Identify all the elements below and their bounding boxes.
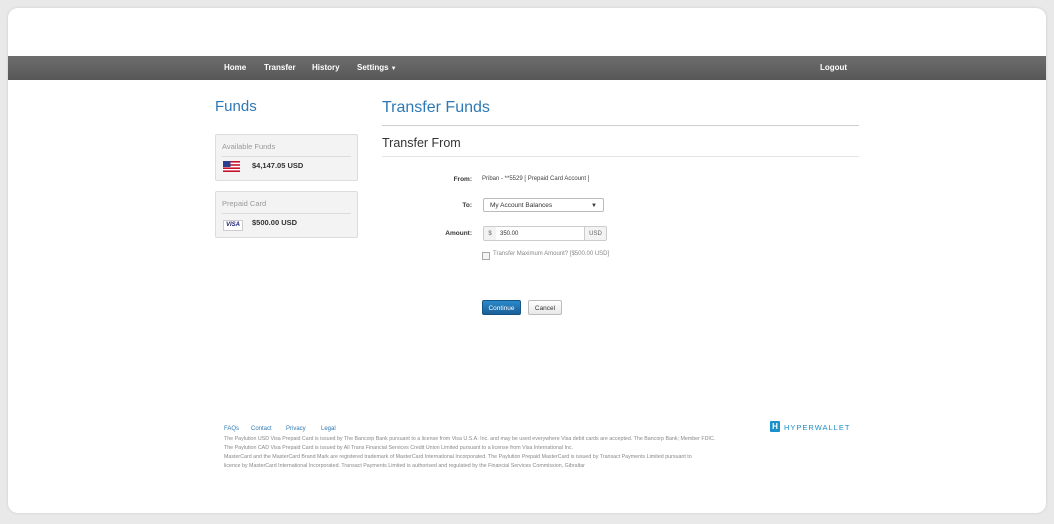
available-funds-label: Available Funds (222, 142, 276, 151)
caret-down-icon: ▼ (390, 66, 397, 72)
footer-link-legal[interactable]: Legal (321, 426, 336, 432)
continue-button[interactable]: Continue (482, 300, 521, 315)
transfer-max-checkbox[interactable] (482, 252, 490, 260)
visa-logo-icon: VISA (223, 220, 243, 231)
sidebar-title: Funds (215, 98, 257, 115)
footer-link-contact[interactable]: Contact (251, 426, 272, 432)
nav-settings-dropdown[interactable]: Settings ▼ (357, 56, 397, 80)
from-value: Priban - **5529 [ Prepaid Card Account ] (482, 176, 590, 182)
transfer-max-label[interactable]: Transfer Maximum Amount? [$500.00 USD] (493, 251, 609, 257)
browser-window: Home Transfer History Settings ▼ Logout F… (8, 8, 1046, 513)
divider (222, 213, 351, 214)
nav-settings-label: Settings (357, 63, 389, 72)
divider (222, 156, 351, 157)
hyperwallet-logo-icon: H (770, 421, 780, 432)
section-divider (382, 156, 859, 157)
prepaid-card-box: Prepaid Card VISA $500.00 USD (215, 191, 358, 238)
nav-home-link[interactable]: Home (224, 56, 246, 80)
to-account-value: My Account Balances (490, 202, 553, 209)
footer-disclaimer-line: The Paylution USD Visa Prepaid Card is i… (224, 436, 716, 442)
us-flag-icon (223, 161, 240, 172)
page-title: Transfer Funds (382, 99, 490, 116)
hyperwallet-logo-text: HYPERWALLET (784, 423, 851, 432)
prepaid-card-amount: $500.00 USD (252, 218, 298, 227)
footer-disclaimer-line: licence by MasterCard International Inco… (224, 463, 585, 469)
available-funds-amount: $4,147.05 USD (252, 161, 304, 170)
nav-history-link[interactable]: History (312, 56, 340, 80)
amount-input-group: $ 350.00 USD (483, 226, 607, 241)
currency-code-addon: USD (584, 226, 607, 241)
footer-disclaimer-line: The Paylution CAD Visa Prepaid Card is i… (224, 445, 573, 451)
chevron-down-icon: ▼ (591, 203, 597, 209)
amount-input[interactable]: 350.00 (496, 226, 584, 241)
top-navbar: Home Transfer History Settings ▼ Logout (8, 56, 1046, 80)
available-funds-card: Available Funds $4,147.05 USD (215, 134, 358, 181)
to-account-select[interactable]: My Account Balances ▼ (483, 198, 604, 212)
title-divider (382, 125, 859, 126)
section-title: Transfer From (382, 136, 461, 150)
currency-symbol-addon: $ (483, 226, 497, 241)
footer-link-privacy[interactable]: Privacy (286, 426, 306, 432)
logout-link[interactable]: Logout (820, 56, 847, 80)
prepaid-card-label: Prepaid Card (222, 199, 267, 208)
footer-link-faqs[interactable]: FAQs (224, 426, 239, 432)
nav-transfer-link[interactable]: Transfer (264, 56, 296, 80)
amount-label: Amount: (445, 230, 472, 237)
cancel-button[interactable]: Cancel (528, 300, 562, 315)
footer-disclaimer-line: MasterCard and the MasterCard Brand Mark… (224, 454, 692, 460)
to-label: To: (462, 202, 472, 209)
from-label: From: (453, 176, 472, 183)
